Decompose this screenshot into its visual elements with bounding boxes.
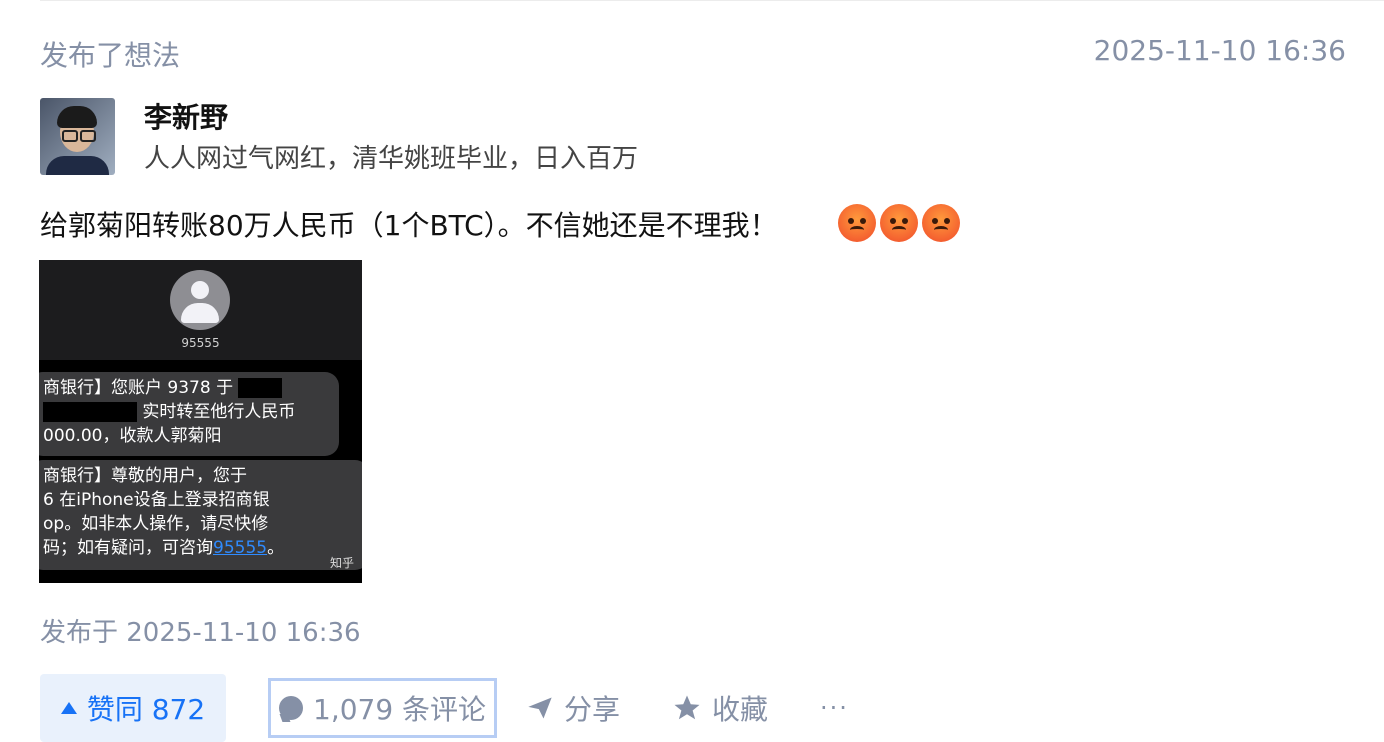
author-bio: 人人网过气网红，清华姚班毕业，日入百万 bbox=[144, 144, 639, 174]
sms-bubble-login: 商银行】尊敬的用户，您于 6 在iPhone设备上登录招商银 op。如非本人操作… bbox=[39, 460, 362, 570]
activity-label: 发布了想法 bbox=[40, 39, 181, 72]
sms-header: 95555 bbox=[39, 260, 362, 360]
post-text: 给郭菊阳转账80万人民币（1个BTC）。不信她还是不理我！ bbox=[40, 209, 778, 242]
contact-avatar-icon bbox=[170, 270, 230, 330]
share-button[interactable]: 分享 bbox=[526, 674, 620, 742]
avatar bbox=[40, 98, 115, 175]
vote-button[interactable]: 赞同 872 bbox=[40, 674, 226, 742]
top-divider bbox=[40, 0, 1384, 1]
post-timestamp: 2025-11-10 16:36 bbox=[1093, 34, 1346, 67]
author-avatar[interactable] bbox=[40, 98, 115, 175]
more-button[interactable]: ··· bbox=[820, 674, 849, 742]
sms-sender: 95555 bbox=[181, 336, 220, 350]
author-name[interactable]: 李新野 bbox=[144, 96, 228, 136]
angry-crying-face-emoji bbox=[880, 204, 918, 242]
upvote-icon bbox=[60, 702, 77, 714]
angry-crying-face-emoji bbox=[922, 204, 960, 242]
published-time: 发布于 2025-11-10 16:36 bbox=[40, 618, 361, 648]
sms-phone-link: 95555 bbox=[213, 538, 268, 558]
sms-bubble-transfer: 商银行】您账户 9378 于 实时转至他行人民币 000.00，收款人郭菊阳 bbox=[39, 372, 339, 456]
comment-icon bbox=[279, 696, 303, 720]
angry-crying-face-emoji bbox=[838, 204, 876, 242]
emoji-group bbox=[838, 204, 960, 242]
action-bar: 赞同 872 1,079 条评论 分享 收藏 ··· bbox=[40, 674, 1040, 742]
star-icon bbox=[674, 695, 700, 720]
comments-button[interactable]: 1,079 条评论 bbox=[268, 678, 498, 738]
more-icon: ··· bbox=[820, 694, 849, 722]
paper-plane-icon bbox=[528, 697, 552, 719]
post-image[interactable]: 95555 商银行】您账户 9378 于 实时转至他行人民币 000.00，收款… bbox=[39, 260, 362, 583]
watermark: 知乎 bbox=[329, 556, 354, 570]
favorite-button[interactable]: 收藏 bbox=[672, 674, 768, 742]
